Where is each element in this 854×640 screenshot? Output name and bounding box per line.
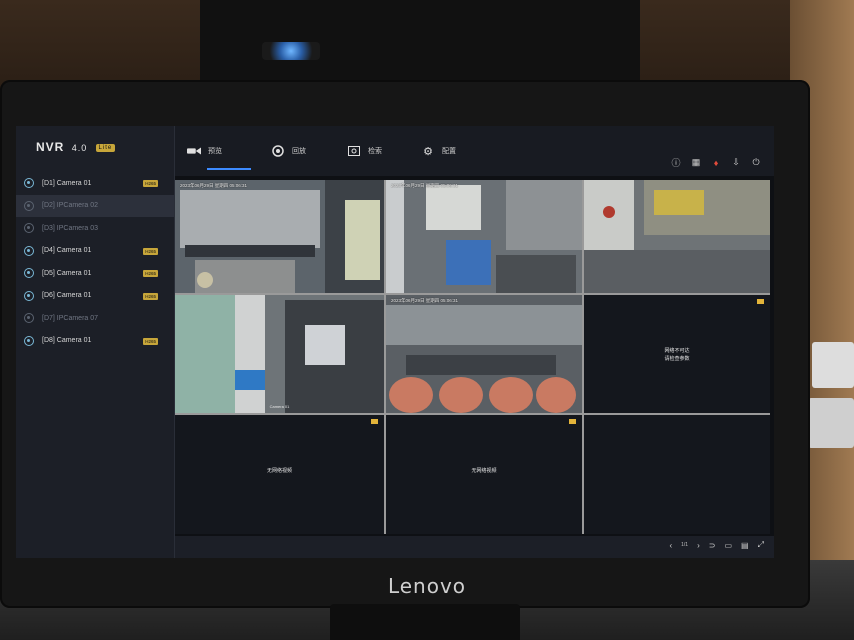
camera-feed-image [175,295,384,413]
camera-list-item[interactable]: [D2] IPCamera 02 [16,194,174,217]
video-tile-d6[interactable]: 网络不可达 请检查参数 [584,295,770,413]
grid-icon[interactable]: ▦ [686,157,706,168]
camera-label: [D2] IPCamera 02 [42,202,99,210]
nvr-screen: NVR 4.0 Lite [D1] Camera 01 H265 [D2] IP… [16,126,774,558]
camera-icon [24,268,34,279]
status-text: 无网络视频 [471,468,497,475]
timestamp-osd: 2023年06月29日 星期四 05:06:31 [180,183,248,188]
tab-search[interactable]: 检索 [347,142,382,160]
camera-sidebar: NVR 4.0 Lite [D1] Camera 01 H265 [D2] IP… [16,126,175,558]
prev-page-icon[interactable]: ‹ [669,541,672,550]
camera-name-osd: Camera 01 [269,404,290,409]
camera-icon [24,335,34,346]
camera-list-item[interactable]: [D4] Camera 01 H265 [16,240,174,263]
codec-badge: H265 [143,247,158,255]
camera-label: [D5] Camera 01 [42,269,92,277]
camera-icon [24,245,34,256]
timestamp-osd: 2023年06月29日 星期四 05:06:31 [391,298,459,303]
search-icon [347,145,361,157]
record-indicator-icon [757,299,764,304]
tab-config[interactable]: ⚙ 配置 [421,142,456,160]
codec-badge: H265 [143,270,158,277]
camera-list-item[interactable]: [D8] Camera 01 H265 [16,330,174,353]
record-indicator-icon [371,419,378,424]
camera-icon [24,178,34,189]
video-tile-empty[interactable] [584,415,770,534]
power-icon[interactable]: ⏻ [746,157,766,168]
status-subtext: 请检查参数 [664,355,690,362]
tab-label: 检索 [368,148,382,155]
tab-label: 预览 [208,148,222,155]
camera-list: [D1] Camera 01 H265 [D2] IPCamera 02 [D3… [16,172,174,352]
camera-label: [D3] IPCamera 03 [42,224,99,232]
video-tile-d4[interactable]: Camera 01 [175,295,384,413]
camera-label: [D4] Camera 01 [42,247,92,255]
camera-list-item[interactable]: [D6] Camera 01 H265 [16,285,174,308]
video-tile-d2[interactable]: 2023年06月29日 星期四 05:06:31 [386,180,582,293]
video-tile-d5[interactable]: 2023年06月29日 星期四 05:06:31 [386,295,582,413]
playback-icon [271,145,285,157]
camera-icon [24,200,34,211]
monitor-brand: Lenovo [387,574,467,598]
tab-label: 配置 [442,148,456,155]
monitor-stand [330,604,520,640]
bottom-icon-bar: ‹ 1/1 › ⊃ ▭ ▤ ⤢ [660,540,764,550]
fullscreen-icon[interactable]: ⤢ [758,540,764,550]
video-tile-d7[interactable]: 无网络视频 [175,415,384,534]
preview-icon [187,145,201,157]
camera-feed-image [584,180,770,293]
logo-edition-badge: Lite [95,143,116,152]
camera-label: [D6] Camera 01 [42,292,92,300]
timestamp-osd: 2023年06月29日 星期四 05:06:31 [391,183,459,188]
bottom-toolbar: ‹ 1/1 › ⊃ ▭ ▤ ⤢ [175,536,774,558]
grid-layout-icon[interactable]: ▤ [741,541,749,550]
camera-list-item[interactable]: [D7] IPCamera 07 [16,307,174,330]
video-grid: 2023年06月29日 星期四 05:06:31 2023年06月29日 星期四… [175,180,770,534]
wall-device-lower [808,398,854,448]
logo-version: 4.0 [71,143,88,153]
background-led [262,42,320,60]
codec-badge: H265 [143,180,158,187]
camera-icon [24,313,34,324]
top-navigation: 预览 回放 检索 ⚙ 配置 ⓘ ▦ ♦ ⇩ ⏻ [175,126,774,176]
codec-badge: H265 [143,292,158,300]
camera-label: [D8] Camera 01 [42,337,92,345]
gear-icon: ⚙ [423,145,433,158]
video-tile-d8[interactable]: 无网络视频 [386,415,582,534]
tab-label: 回放 [292,148,306,155]
info-icon[interactable]: ⓘ [666,156,686,169]
layout-icon[interactable]: ▭ [724,541,732,550]
alarm-icon[interactable]: ♦ [706,158,726,168]
camera-icon [24,290,34,301]
video-tile-d1[interactable]: 2023年06月29日 星期四 05:06:31 [175,180,384,293]
camera-list-item[interactable]: [D3] IPCamera 03 [16,217,174,240]
camera-feed-image [175,180,384,293]
camera-feed-image [386,180,582,293]
camera-icon [24,223,34,234]
camera-list-item[interactable]: [D1] Camera 01 H265 [16,172,174,195]
logo-text: NVR [36,140,65,154]
camera-label: [D7] IPCamera 07 [42,314,99,322]
top-icon-bar: ⓘ ▦ ♦ ⇩ ⏻ [666,156,766,169]
next-page-icon[interactable]: › [697,541,700,550]
nvr-logo: NVR 4.0 Lite [36,140,116,154]
tab-preview[interactable]: 预览 [187,142,251,170]
tab-playback[interactable]: 回放 [271,142,306,160]
wall-device [812,342,854,388]
record-indicator-icon [569,419,576,424]
camera-feed-image [386,295,582,413]
camera-label: [D1] Camera 01 [42,179,92,187]
codec-badge: H265 [143,337,158,345]
video-tile-d3[interactable] [584,180,770,293]
tile-status-message: 无网络视频 [175,467,384,475]
tile-status-message: 网络不可达 请检查参数 [584,347,770,363]
export-icon[interactable]: ⇩ [726,157,746,168]
camera-list-item[interactable]: [D5] Camera 01 H265 [16,262,174,285]
status-text: 网络不可达 [664,347,690,354]
page-indicator: 1/1 [681,542,689,548]
status-text: 无网络视频 [266,468,292,475]
tile-status-message: 无网络视频 [386,467,582,475]
sequence-icon[interactable]: ⊃ [709,541,716,550]
